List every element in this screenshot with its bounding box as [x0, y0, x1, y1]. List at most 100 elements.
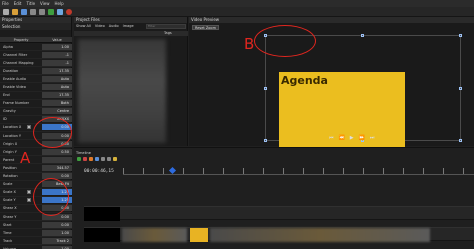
property-value[interactable]: 1.00	[42, 229, 72, 236]
property-value[interactable]: -1	[42, 59, 72, 66]
transform-handle-bottom-left[interactable]	[264, 139, 267, 142]
tab-video[interactable]: Video	[95, 24, 105, 28]
reset-zoom-button[interactable]: Reset Zoom	[192, 25, 219, 30]
track-clip[interactable]	[190, 228, 208, 242]
save-project-icon[interactable]	[21, 8, 27, 15]
property-name: Track	[3, 238, 13, 243]
property-row[interactable]: Enable Audio Auto	[0, 75, 72, 84]
property-value[interactable]: 344.57	[42, 164, 72, 171]
property-row[interactable]: Track Track 2	[0, 237, 72, 246]
next-marker-icon[interactable]	[107, 157, 111, 161]
video-preview-panel: Video Preview Reset Zoom Agenda ⏮ ⏪ ▶ ⏩ …	[189, 17, 474, 150]
tags-column-header: Tags	[164, 31, 172, 35]
menu-title[interactable]: Title	[26, 1, 35, 6]
jump-end-icon[interactable]: ⏭	[370, 135, 375, 141]
rewind-icon[interactable]: ⏪	[339, 135, 345, 141]
property-row[interactable]: End 17.35	[0, 92, 72, 100]
new-project-icon[interactable]	[3, 8, 9, 15]
open-project-icon[interactable]	[12, 8, 18, 15]
menu-view[interactable]: View	[40, 1, 50, 6]
redo-icon[interactable]	[39, 8, 45, 15]
blurred-file-list	[78, 39, 166, 143]
keyframe-icon[interactable]	[27, 197, 31, 202]
property-value[interactable]: 1.00	[42, 43, 72, 50]
tab-audio[interactable]: Audio	[109, 24, 119, 28]
property-value[interactable]: 17.35	[42, 92, 72, 99]
main-toolbar	[0, 7, 474, 17]
property-name: Channel Mapping	[3, 60, 34, 65]
property-row[interactable]: Frame Number Both	[0, 100, 72, 108]
razor-icon[interactable]	[89, 157, 93, 161]
property-name: Enable Audio	[3, 76, 26, 81]
video-preview-title: Video Preview	[189, 17, 474, 23]
project-files-panel: Project Files Show All Video Audio Image…	[74, 17, 188, 146]
property-row[interactable]: Duration 17.35	[0, 67, 72, 76]
property-row[interactable]: Shear Y 0.00	[0, 213, 72, 222]
menu-help[interactable]: Help	[55, 1, 64, 6]
track-clip[interactable]	[210, 228, 430, 242]
profile-icon[interactable]	[57, 8, 63, 15]
fast-forward-icon[interactable]: ⏩	[359, 135, 365, 141]
transform-handle-left[interactable]	[264, 87, 267, 90]
menu-edit[interactable]: Edit	[14, 1, 22, 6]
play-icon[interactable]: ▶	[350, 135, 354, 141]
property-value[interactable]: Both	[42, 100, 72, 107]
transform-handle-top-right[interactable]	[459, 34, 462, 37]
tab-image[interactable]: Image	[123, 24, 134, 28]
property-row[interactable]: Enable Video Auto	[0, 83, 72, 92]
keyframe-icon[interactable]	[27, 189, 31, 194]
keyframe-icon[interactable]	[27, 124, 31, 129]
menu-file[interactable]: File	[2, 1, 9, 6]
property-value[interactable]: Auto	[42, 75, 72, 82]
project-files-tabs: Show All Video Audio Image	[76, 24, 134, 28]
property-row[interactable]: Channel Filter -1	[0, 51, 72, 60]
property-row[interactable]: Gravity Centre	[0, 108, 72, 116]
transform-handle-right[interactable]	[459, 87, 462, 90]
add-marker-icon[interactable]	[95, 157, 99, 161]
property-value[interactable]: Track 2	[42, 237, 72, 244]
property-value[interactable]: Auto	[42, 84, 72, 91]
property-row[interactable]: Position 344.57	[0, 164, 72, 173]
project-files-title: Project Files	[74, 17, 187, 23]
property-row[interactable]: Volume 1.00	[0, 245, 72, 249]
property-name: Channel Filter	[3, 52, 28, 57]
property-row[interactable]: Time 1.00	[0, 229, 72, 238]
property-row[interactable]: Parent	[0, 156, 72, 165]
import-files-icon[interactable]	[48, 8, 54, 15]
property-value[interactable]: Centre	[42, 108, 72, 115]
property-name: Gravity	[3, 109, 16, 114]
center-timeline-icon[interactable]	[113, 157, 117, 161]
transform-handle-top[interactable]	[361, 34, 364, 37]
filter-input[interactable]: Filter	[146, 23, 186, 29]
previous-marker-icon[interactable]	[101, 157, 105, 161]
property-row[interactable]: Channel Mapping -1	[0, 59, 72, 68]
tab-show-all[interactable]: Show All	[76, 24, 91, 28]
transform-handle-bottom-right[interactable]	[459, 139, 462, 142]
property-value[interactable]	[42, 156, 72, 163]
property-value[interactable]: -1	[42, 51, 72, 58]
track-row[interactable]: Track 4	[84, 227, 474, 242]
property-row[interactable]: Start 0.00	[0, 221, 72, 230]
export-video-icon[interactable]	[66, 8, 72, 15]
timecode-display: 00:00:46,15	[84, 169, 114, 174]
jump-start-icon[interactable]: ⏮	[329, 135, 334, 141]
track-clip[interactable]	[84, 207, 120, 221]
property-row[interactable]: Rotation 0.00	[0, 173, 72, 181]
value-column-header: Value	[52, 38, 62, 42]
timeline-title: Timeline	[76, 151, 91, 155]
property-value[interactable]: 0.50	[42, 148, 72, 155]
timeline-ruler[interactable]	[123, 168, 474, 175]
undo-icon[interactable]	[30, 8, 36, 15]
agenda-title-text: Agenda	[281, 74, 328, 87]
property-value[interactable]: 17.35	[42, 67, 72, 74]
property-value[interactable]: 0.00	[42, 221, 72, 228]
track-clip[interactable]	[122, 228, 187, 242]
property-row[interactable]: Alpha 1.00	[0, 43, 72, 52]
snapping-icon[interactable]	[83, 157, 87, 161]
property-name: Start	[3, 222, 12, 227]
track-clip[interactable]	[84, 228, 120, 242]
annotation-label-b: B	[244, 35, 255, 53]
track-row[interactable]: Track 5	[84, 206, 474, 221]
property-row[interactable]: Origin Y 0.50	[0, 148, 72, 157]
add-track-icon[interactable]	[77, 157, 81, 161]
